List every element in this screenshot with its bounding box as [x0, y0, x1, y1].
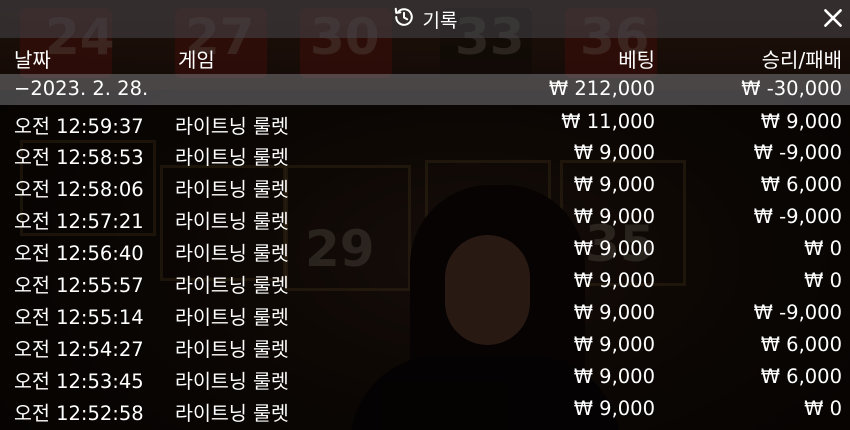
column-date-header: 날짜 — [14, 48, 51, 72]
row-win-loss: ₩ 0 — [804, 237, 842, 260]
row-time: 오전 12:56:40 — [14, 242, 144, 265]
row-game: 라이트닝 룰렛 — [175, 402, 289, 425]
history-icon — [393, 6, 415, 32]
column-bet-header: 베팅 — [618, 48, 655, 72]
row-game: 라이트닝 룰렛 — [175, 338, 289, 361]
history-row[interactable]: 오전 12:55:14 라이트닝 룰렛 ₩ 9,000 ₩ -9,000 — [0, 298, 850, 329]
row-bet: ₩ 9,000 — [573, 397, 655, 420]
row-win-loss: ₩ 0 — [804, 397, 842, 420]
summary-date: −2023. 2. 28. — [14, 77, 149, 100]
row-time: 오전 12:55:57 — [14, 274, 144, 297]
row-time: 오전 12:57:21 — [14, 210, 144, 233]
row-bet: ₩ 9,000 — [573, 237, 655, 260]
row-win-loss: ₩ 6,000 — [760, 365, 842, 388]
close-icon[interactable] — [820, 5, 846, 31]
history-row[interactable]: 오전 12:57:21 라이트닝 룰렛 ₩ 9,000 ₩ -9,000 — [0, 202, 850, 233]
history-header: 기록 — [0, 0, 850, 38]
history-row[interactable]: 오전 12:54:27 라이트닝 룰렛 ₩ 9,000 ₩ 6,000 — [0, 330, 850, 361]
row-bet: ₩ 9,000 — [573, 365, 655, 388]
row-bet: ₩ 9,000 — [573, 173, 655, 196]
row-time: 오전 12:59:37 — [14, 115, 144, 138]
history-row[interactable]: 오전 12:59:37 라이트닝 룰렛 ₩ 11,000 ₩ 9,000 — [0, 107, 850, 138]
row-game: 라이트닝 룰렛 — [175, 115, 289, 138]
column-header-row: 날짜 게임 베팅 승리/패배 — [0, 40, 850, 74]
row-bet: ₩ 11,000 — [561, 110, 655, 133]
history-row[interactable]: 오전 12:55:57 라이트닝 룰렛 ₩ 9,000 ₩ 0 — [0, 266, 850, 297]
row-game: 라이트닝 룰렛 — [175, 370, 289, 393]
row-time: 오전 12:58:06 — [14, 178, 144, 201]
row-game: 라이트닝 룰렛 — [175, 306, 289, 329]
row-bet: ₩ 9,000 — [573, 141, 655, 164]
row-game: 라이트닝 룰렛 — [175, 242, 289, 265]
history-title: 기록 — [422, 9, 458, 32]
row-win-loss: ₩ -9,000 — [753, 141, 842, 164]
row-win-loss: ₩ 6,000 — [760, 173, 842, 196]
row-bet: ₩ 9,000 — [573, 301, 655, 324]
row-bet: ₩ 9,000 — [573, 205, 655, 228]
row-game: 라이트닝 룰렛 — [175, 210, 289, 233]
column-game-header: 게임 — [178, 48, 215, 72]
row-bet: ₩ 9,000 — [573, 333, 655, 356]
row-game: 라이트닝 룰렛 — [175, 274, 289, 297]
summary-win-loss: ₩ -30,000 — [741, 77, 842, 100]
row-win-loss: ₩ 9,000 — [760, 110, 842, 133]
row-time: 오전 12:55:14 — [14, 306, 144, 329]
history-row[interactable]: 오전 12:53:45 라이트닝 룰렛 ₩ 9,000 ₩ 6,000 — [0, 362, 850, 393]
row-win-loss: ₩ 0 — [804, 269, 842, 292]
row-win-loss: ₩ -9,000 — [753, 301, 842, 324]
row-game: 라이트닝 룰렛 — [175, 178, 289, 201]
date-summary-row[interactable]: −2023. 2. 28. ₩ 212,000 ₩ -30,000 — [0, 74, 850, 105]
history-row[interactable]: 오전 12:56:40 라이트닝 룰렛 ₩ 9,000 ₩ 0 — [0, 234, 850, 265]
row-game: 라이트닝 룰렛 — [175, 146, 289, 169]
row-win-loss: ₩ 6,000 — [760, 333, 842, 356]
row-time: 오전 12:54:27 — [14, 338, 144, 361]
history-row[interactable]: 오전 12:58:06 라이트닝 룰렛 ₩ 9,000 ₩ 6,000 — [0, 170, 850, 201]
row-time: 오전 12:58:53 — [14, 146, 144, 169]
history-row[interactable]: 오전 12:52:58 라이트닝 룰렛 ₩ 9,000 ₩ 0 — [0, 394, 850, 425]
row-time: 오전 12:53:45 — [14, 370, 144, 393]
column-winloss-header: 승리/패배 — [761, 48, 842, 72]
history-row[interactable]: 오전 12:58:53 라이트닝 룰렛 ₩ 9,000 ₩ -9,000 — [0, 138, 850, 169]
summary-bet: ₩ 212,000 — [548, 77, 655, 100]
title-group: 기록 — [0, 0, 850, 38]
row-win-loss: ₩ -9,000 — [753, 205, 842, 228]
row-bet: ₩ 9,000 — [573, 269, 655, 292]
row-time: 오전 12:52:58 — [14, 402, 144, 425]
